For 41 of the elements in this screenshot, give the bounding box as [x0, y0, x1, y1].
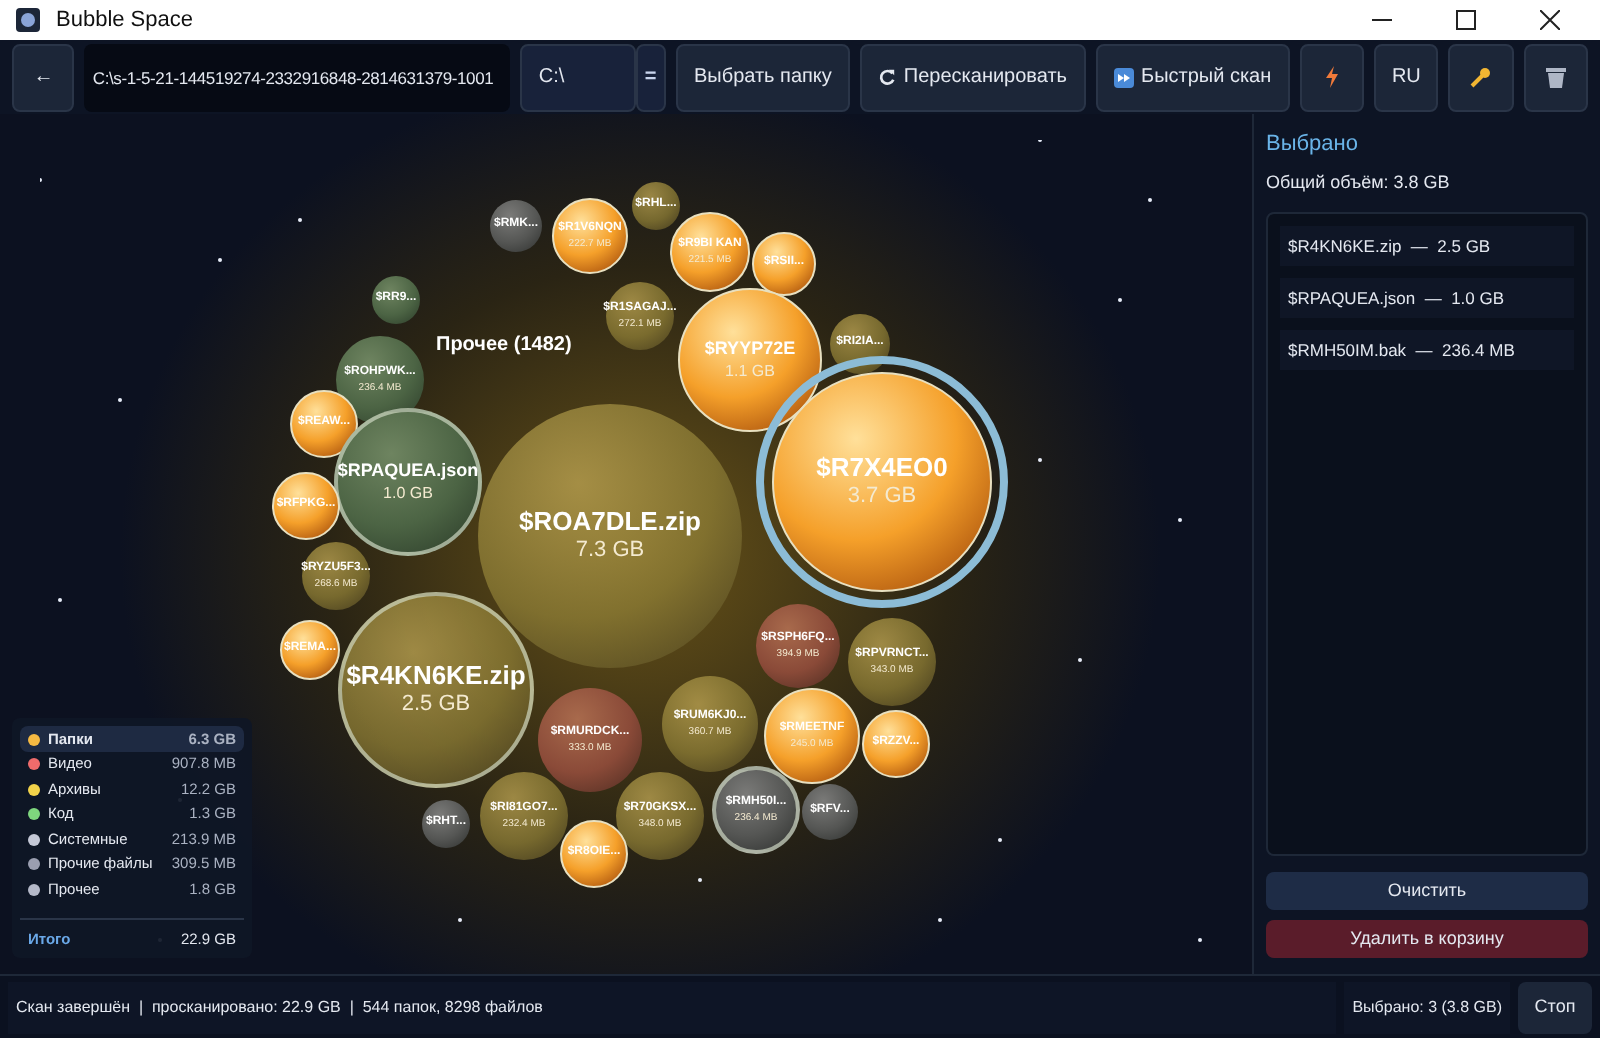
bubble-label: $RYYP72E: [704, 338, 796, 362]
lightning-icon: [1323, 66, 1340, 88]
path-field[interactable]: C:\s-1-5-21-144519274-2332916848-2814631379-1001: [84, 43, 511, 111]
status-text: Скан завершён | просканировано: 22.9 GB | 544 папок, 8298 файлов: [8, 981, 1337, 1033]
bubble[interactable]: $ROA7DLE.zip 7.3 GB: [478, 404, 742, 668]
bubble-size: 7.3 GB: [575, 538, 645, 566]
window-title: Bubble Space: [56, 5, 195, 36]
bubble-size: 3.7 GB: [847, 484, 917, 512]
clear-button[interactable]: Очистить: [1266, 872, 1588, 910]
bubble-label: $RPAQUEA.json: [337, 460, 479, 484]
selected-count: Выбрано: 3 (3.8 GB): [1344, 981, 1510, 1033]
trash-icon: [1545, 66, 1566, 88]
delete-button[interactable]: Удалить в корзину: [1266, 920, 1588, 958]
key-icon: [1470, 66, 1493, 88]
group-label: Прочее (1482): [436, 332, 572, 360]
drive-select[interactable]: C:\: [520, 43, 636, 111]
bubble-size: 1.1 GB: [725, 361, 775, 382]
bubble-size: 2.5 GB: [401, 692, 471, 720]
back-button[interactable]: ←: [12, 43, 75, 111]
close-icon[interactable]: [1540, 10, 1560, 30]
fast-forward-icon: [1113, 67, 1134, 87]
selection-item[interactable]: $RPAQUEA.json — 1.0 GB: [1280, 278, 1574, 318]
selection-item[interactable]: $R4KN6KE.zip — 2.5 GB: [1280, 226, 1574, 266]
bubble[interactable]: $R4KN6KE.zip 2.5 GB: [338, 592, 534, 788]
maximize-icon[interactable]: [1456, 10, 1476, 30]
bubble-label: $R7X4EO0: [816, 452, 948, 485]
toolbar-button[interactable]: RU: [1373, 43, 1439, 111]
refresh-icon: [877, 68, 896, 86]
drive-toggle-button[interactable]: =: [635, 43, 666, 111]
app-icon: [16, 8, 40, 32]
selection-item[interactable]: $RMH50IM.bak — 236.4 MB: [1280, 330, 1574, 370]
toolbar-button[interactable]: Выбрать папку: [675, 43, 850, 111]
key-button[interactable]: [1448, 43, 1514, 111]
total-size-text: Общий объём: 3.8 GB: [1266, 169, 1452, 196]
bubble-label: $ROA7DLE.zip: [518, 506, 701, 539]
trash-button[interactable]: [1523, 43, 1588, 111]
panel-title: Выбрано: [1266, 130, 1360, 160]
fast-scan-button[interactable]: Быстрый скан: [1095, 43, 1290, 111]
stop-button[interactable]: Стоп: [1518, 981, 1592, 1033]
rescan-button[interactable]: Пересканировать: [859, 43, 1086, 111]
bubble-size: 1.0 GB: [383, 483, 433, 504]
